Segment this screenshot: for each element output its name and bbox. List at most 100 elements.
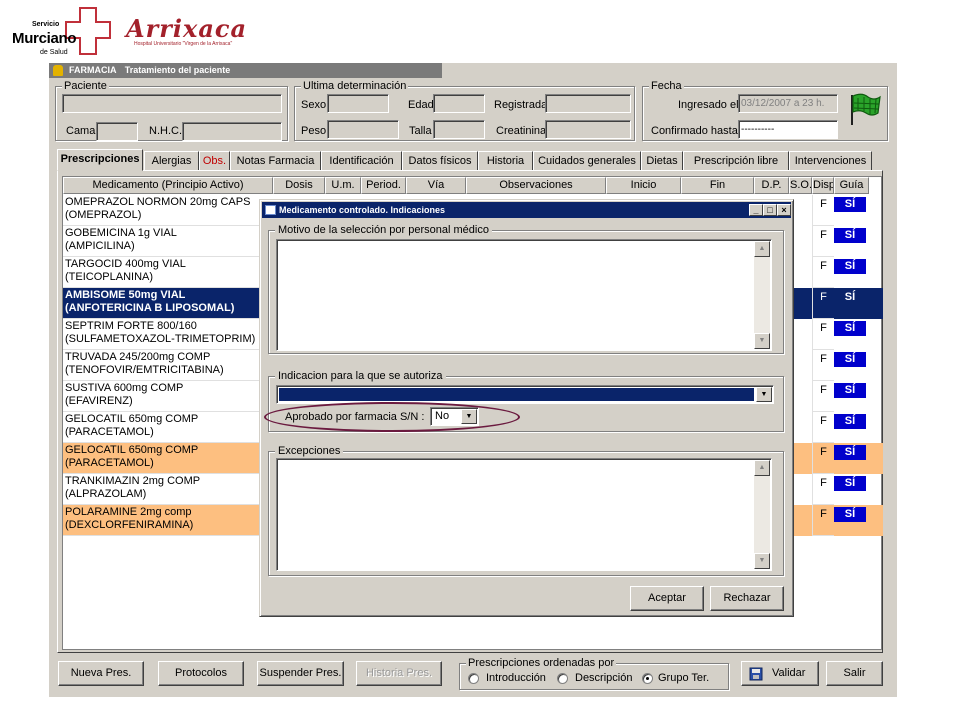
medicamento-name: GELOCATIL 650mg COMP [65, 413, 199, 425]
guia-badge: SÍ [834, 476, 866, 491]
historia-pres-button[interactable]: Historia Pres. [356, 661, 442, 686]
salir-button[interactable]: Salir [826, 661, 883, 686]
sms-logo-line3: de Salud [40, 49, 68, 56]
protocolos-button[interactable]: Protocolos [158, 661, 244, 686]
confirmado-field[interactable]: ---------- [738, 120, 838, 139]
indicacion-select[interactable]: ▼ [276, 385, 774, 404]
principio-activo: (TEICOPLANINA) [65, 271, 154, 283]
col-medicamento[interactable]: Medicamento (Principio Activo) [63, 177, 273, 194]
nueva-pres-button[interactable]: Nueva Pres. [58, 661, 144, 686]
medicamento-cell: OMEPRAZOL NORMON 20mg CAPS (OMEPRAZOL) [63, 195, 273, 226]
tab-notas-farmacia[interactable]: Notas Farmacia [230, 151, 321, 171]
orden-group: Prescripciones ordenadas por Introducció… [459, 656, 729, 690]
tab-identificacion[interactable]: Identificación [321, 151, 402, 171]
tab-dietas[interactable]: Dietas [641, 151, 683, 171]
peso-field[interactable] [327, 120, 399, 139]
flag-button[interactable] [844, 89, 884, 129]
medicamento-cell: GELOCATIL 650mg COMP (PARACETAMOL) [63, 443, 273, 474]
disp-cell: F [812, 474, 834, 505]
arrixaca-logo-subtitle: Hospital Universitario "Virgen de la Arr… [134, 41, 233, 47]
motivo-textarea[interactable]: ▲ ▼ [276, 239, 772, 351]
talla-field[interactable] [433, 120, 485, 139]
motivo-group: Motivo de la selección por personal médi… [268, 223, 784, 354]
tab-cuidados-generales[interactable]: Cuidados generales [533, 151, 641, 171]
col-dosis[interactable]: Dosis [273, 177, 325, 194]
medicamento-cell: GOBEMICINA 1g VIAL (AMPICILINA) [63, 226, 273, 257]
chevron-down-icon[interactable]: ▼ [756, 387, 772, 402]
validar-label: Validar [772, 667, 806, 679]
suspender-pres-button[interactable]: Suspender Pres. [257, 661, 344, 686]
tab-alergias[interactable]: Alergias [144, 151, 199, 171]
col-disp[interactable]: Disp [812, 177, 834, 194]
col-fin[interactable]: Fin [681, 177, 754, 194]
radio-grupo-ter[interactable] [642, 673, 653, 684]
nhc-field[interactable] [182, 122, 282, 141]
scroll-up-icon[interactable]: ▲ [754, 460, 770, 476]
col-dp[interactable]: D.P. [754, 177, 789, 194]
scroll-up-icon[interactable]: ▲ [754, 241, 770, 257]
guia-badge: SÍ [834, 507, 866, 522]
col-um[interactable]: U.m. [325, 177, 361, 194]
tab-prescripcion-libre[interactable]: Prescripción libre [683, 151, 789, 171]
sexo-field[interactable] [327, 94, 389, 113]
medicamento-name: TRUVADA 245/200mg COMP [65, 351, 211, 363]
disp-cell: F [812, 350, 834, 381]
aprobado-select[interactable]: No ▼ [430, 407, 479, 426]
scroll-down-icon[interactable]: ▼ [754, 553, 770, 569]
tab-historia[interactable]: Historia [478, 151, 533, 171]
disp-cell: F [812, 381, 834, 412]
radio-descripcion[interactable] [557, 673, 568, 684]
creatinina-field[interactable] [545, 120, 631, 139]
dialog-title: Medicamento controlado. Indicaciones [279, 205, 446, 215]
disp-cell: F [812, 505, 834, 536]
validar-button[interactable]: Validar [741, 661, 819, 686]
minimize-icon[interactable]: _ [749, 204, 763, 216]
window-titlebar: FARMACIA Tratamiento del paciente [49, 63, 442, 78]
excepciones-label: Excepciones [275, 444, 344, 458]
col-inicio[interactable]: Inicio [606, 177, 681, 194]
radio-descripcion-label: Descripción [575, 672, 633, 684]
guia-badge: SÍ [834, 321, 866, 336]
maximize-icon[interactable]: □ [763, 204, 777, 216]
rechazar-button[interactable]: Rechazar [710, 586, 784, 611]
indicacion-group: Indicacion para la que se autoriza ▼ Apr… [268, 369, 784, 432]
paciente-name-field[interactable] [62, 94, 282, 113]
medicamento-name: GELOCATIL 650mg COMP [65, 444, 199, 456]
cama-field[interactable] [96, 122, 138, 141]
scroll-down-icon[interactable]: ▼ [754, 333, 770, 349]
tab-obs[interactable]: Obs. [199, 151, 230, 171]
principio-activo: (EFAVIRENZ) [65, 395, 133, 407]
disp-cell: F [812, 319, 834, 350]
window-title: Tratamiento del paciente [124, 65, 231, 75]
radio-introduccion[interactable] [468, 673, 479, 684]
principio-activo: (PARACETAMOL) [65, 426, 154, 438]
guia-badge: SÍ [834, 352, 866, 367]
col-guia[interactable]: Guía [834, 177, 869, 194]
tab-prescripciones[interactable]: Prescripciones [57, 149, 143, 171]
registrada-field[interactable] [545, 94, 631, 113]
disp-cell: F [812, 412, 834, 443]
motivo-label: Motivo de la selección por personal médi… [275, 223, 492, 237]
aprobado-value: No [435, 410, 450, 422]
guia-badge: SÍ [834, 197, 866, 212]
chevron-down-icon[interactable]: ▼ [461, 409, 477, 424]
tab-intervenciones[interactable]: Intervenciones [789, 151, 872, 171]
aceptar-button[interactable]: Aceptar [630, 586, 704, 611]
registrada-label: Registrada [494, 99, 548, 111]
ultima-group-label: Ultima determinación [301, 79, 409, 93]
excepciones-scrollbar[interactable]: ▲ ▼ [754, 460, 770, 569]
close-icon[interactable]: × [777, 204, 791, 216]
principio-activo: (PARACETAMOL) [65, 457, 154, 469]
edad-field[interactable] [433, 94, 485, 113]
excepciones-textarea[interactable]: ▲ ▼ [276, 458, 772, 571]
ingresado-field[interactable]: 03/12/2007 a 23 h. [738, 94, 838, 113]
nhc-label: N.H.C. [149, 125, 182, 137]
col-so[interactable]: S.O. [789, 177, 812, 194]
medicamento-cell: TRANKIMAZIN 2mg COMP (ALPRAZOLAM) [63, 474, 273, 505]
motivo-scrollbar[interactable]: ▲ ▼ [754, 241, 770, 349]
medicamento-cell: SEPTRIM FORTE 800/160 (SULFAMETOXAZOL-TRI… [63, 319, 273, 350]
col-period[interactable]: Period. [361, 177, 406, 194]
col-observaciones[interactable]: Observaciones [466, 177, 606, 194]
tab-datos-fisicos[interactable]: Datos físicos [402, 151, 478, 171]
col-via[interactable]: Vía [406, 177, 466, 194]
